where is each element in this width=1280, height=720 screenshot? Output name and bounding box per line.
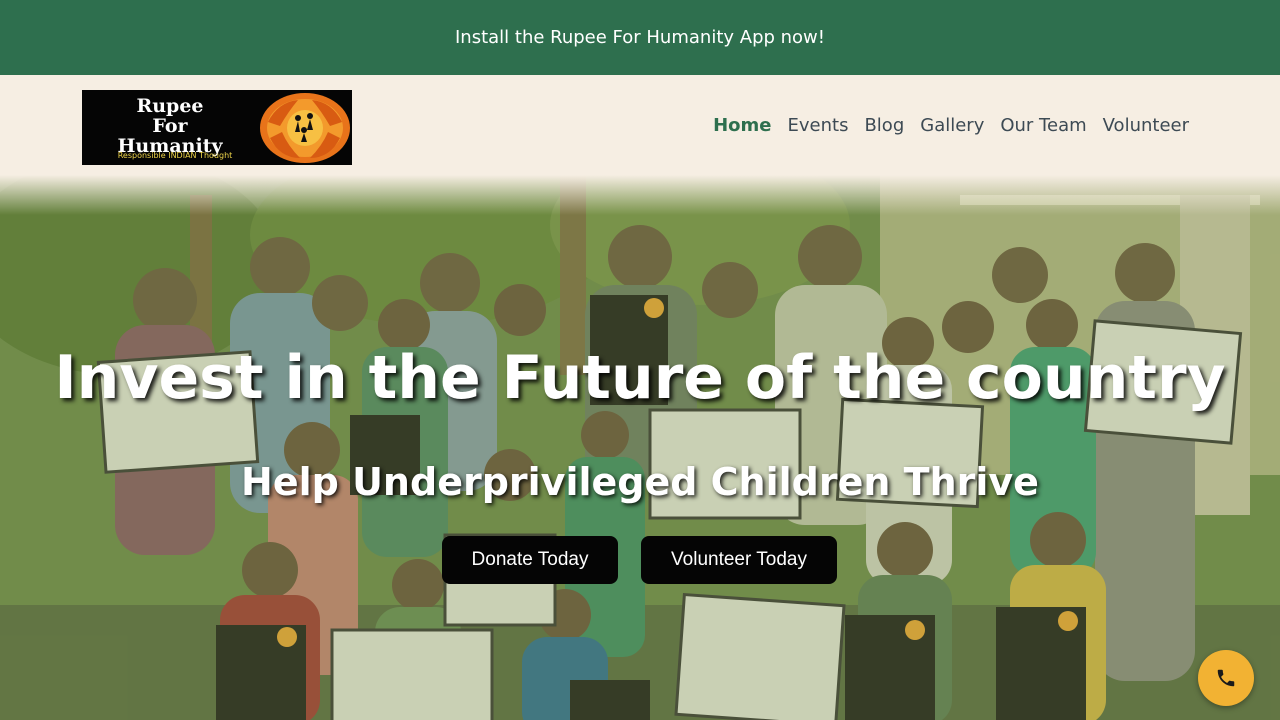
logo-line-1: Rupee: [136, 95, 204, 117]
nav-our-team[interactable]: Our Team: [1000, 115, 1086, 136]
nav-home[interactable]: Home: [713, 115, 771, 136]
logo-tagline: Responsible INDIAN Thought: [117, 151, 233, 160]
app-install-banner[interactable]: Install the Rupee For Humanity App now!: [0, 0, 1280, 75]
site-header: Rupee For Humanity Responsible INDIAN Th…: [0, 75, 1280, 175]
logo-wordmark: Rupee For Humanity: [90, 96, 250, 156]
hands-circle-emblem-icon: [260, 93, 350, 163]
nav-gallery[interactable]: Gallery: [920, 115, 984, 136]
hero-subheadline: Help Underprivileged Children Thrive: [241, 460, 1039, 504]
nav-volunteer[interactable]: Volunteer: [1103, 115, 1189, 136]
site-logo[interactable]: Rupee For Humanity Responsible INDIAN Th…: [82, 90, 352, 165]
volunteer-today-button[interactable]: Volunteer Today: [641, 536, 837, 584]
hero-tint-overlay: [0, 175, 1280, 720]
hero-section: Invest in the Future of the country Help…: [0, 175, 1280, 720]
nav-events[interactable]: Events: [788, 115, 849, 136]
hero-headline: Invest in the Future of the country: [54, 343, 1226, 413]
donate-today-button[interactable]: Donate Today: [442, 536, 618, 584]
logo-line-2: For: [152, 115, 188, 137]
hero-top-fade: [0, 175, 1280, 215]
phone-icon: [1217, 669, 1235, 687]
nav-blog[interactable]: Blog: [864, 115, 904, 136]
call-button[interactable]: [1198, 650, 1254, 706]
main-nav: Home Events Blog Gallery Our Team Volunt…: [713, 75, 1189, 175]
app-install-banner-text[interactable]: Install the Rupee For Humanity App now!: [455, 27, 825, 48]
